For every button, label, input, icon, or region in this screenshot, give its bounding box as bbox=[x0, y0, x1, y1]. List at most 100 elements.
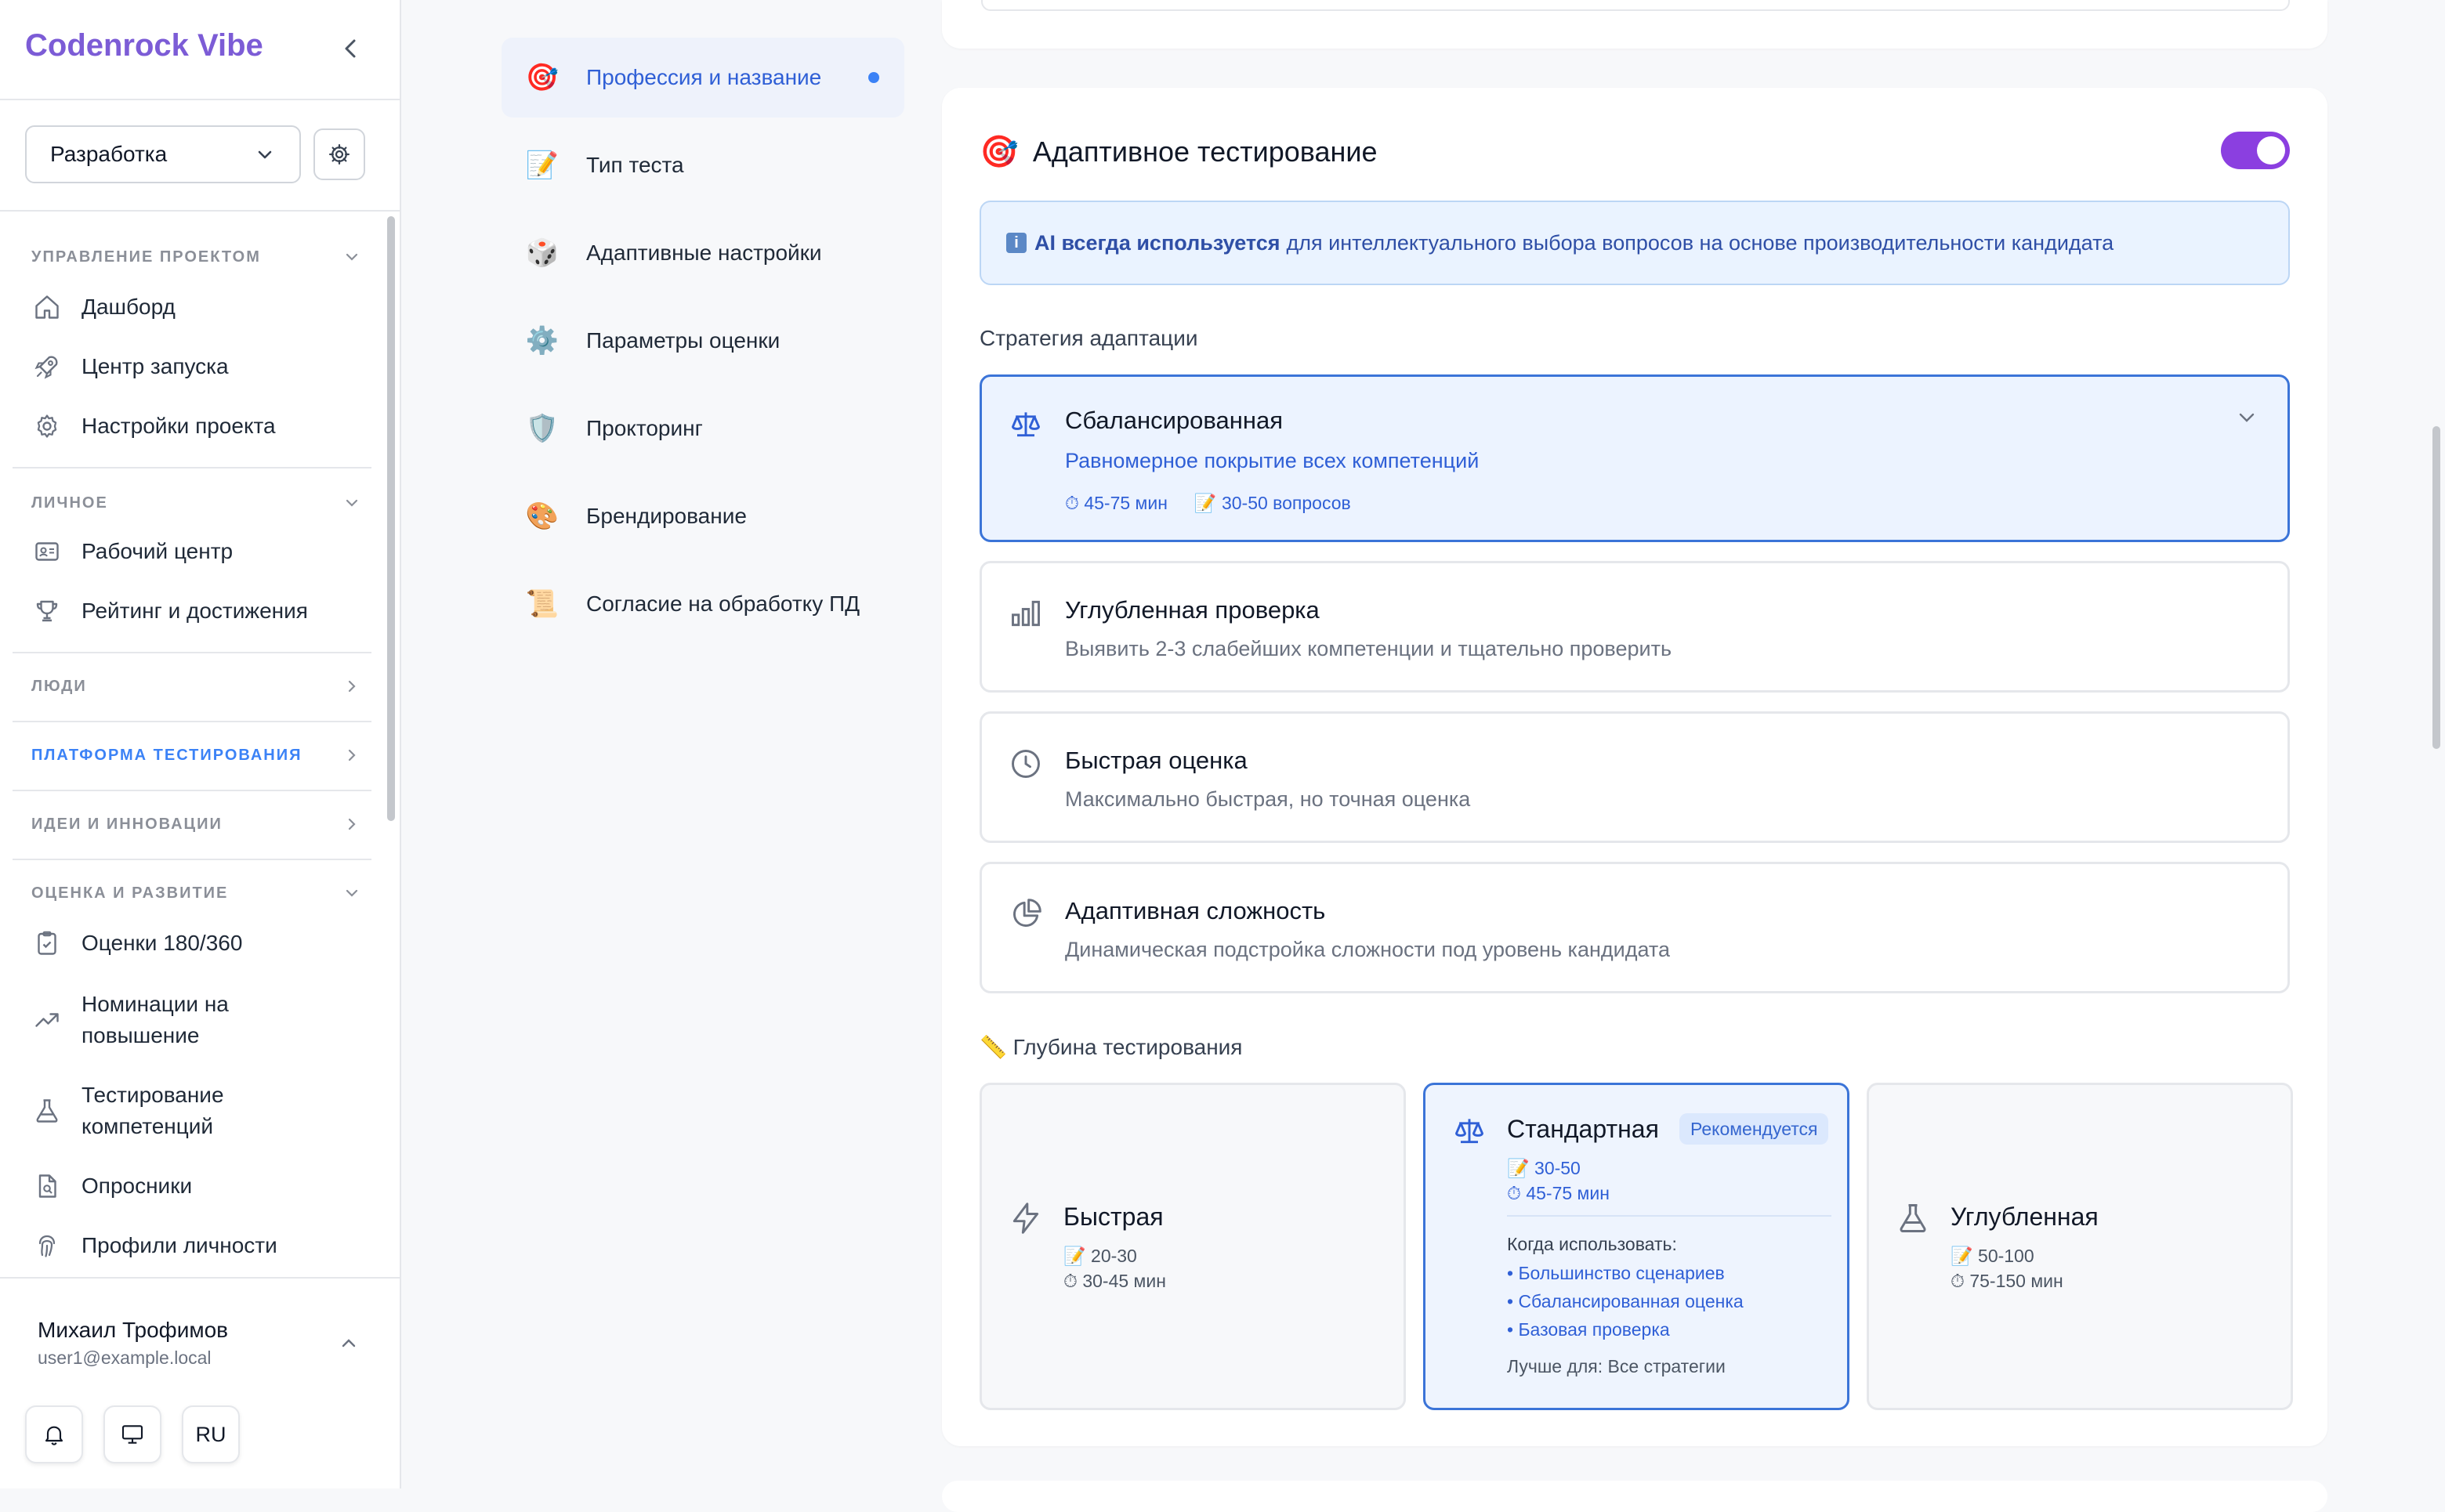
rocket-icon bbox=[31, 351, 63, 382]
depth-questions: 📝 30-50 bbox=[1507, 1158, 1581, 1178]
sidebar-item-reviews[interactable]: Оценки 180/360 bbox=[31, 928, 368, 959]
chevron-down-icon bbox=[346, 499, 358, 507]
section-testing-platform[interactable]: ПЛАТФОРМА ТЕСТИРОВАНИЯ bbox=[31, 741, 360, 769]
strategy-questions: 📝 30-50 вопросов bbox=[1194, 493, 1351, 513]
settings-nav-proctoring[interactable]: 🛡️ Прокторинг bbox=[502, 389, 904, 468]
sidebar-item-label: Опросники bbox=[82, 1174, 193, 1198]
depth-meta: 📝 30-50 ⏱ 45-75 мин bbox=[1507, 1156, 1610, 1206]
list-item: • Сбалансированная оценка bbox=[1507, 1291, 1744, 1311]
chevron-right-icon bbox=[348, 749, 356, 761]
depth-title: Быстрая bbox=[1063, 1203, 1164, 1231]
sidebar-item-label: Центр запуска bbox=[82, 354, 229, 378]
when-to-use-list: • Большинство сценариев • Сбалансированн… bbox=[1507, 1259, 1744, 1344]
section-title: ЛЮДИ bbox=[31, 677, 87, 695]
sidebar-item-launch-center[interactable]: Центр запуска bbox=[31, 351, 368, 382]
settings-nav-branding[interactable]: 🎨 Брендирование bbox=[502, 476, 904, 556]
project-select[interactable]: Разработка bbox=[25, 125, 301, 183]
flask-icon bbox=[1896, 1201, 1930, 1235]
user-menu-toggle[interactable] bbox=[337, 1332, 360, 1359]
adaptive-toggle[interactable] bbox=[2221, 132, 2290, 169]
user-email: user1@example.local bbox=[38, 1347, 212, 1368]
user-name: Михаил Трофимов bbox=[38, 1318, 229, 1342]
settings-nav-adaptive[interactable]: 🎲 Адаптивные настройки bbox=[502, 213, 904, 293]
strategy-option-deep[interactable]: Углубленная проверка Выявить 2-3 слабейш… bbox=[980, 561, 2290, 693]
sidebar-item-label: Рейтинг и достижения bbox=[82, 599, 308, 623]
project-settings-button[interactable] bbox=[313, 128, 365, 180]
sidebar: Codenrock Vibe Разработка УПРАВЛЕНИЕ ПРО… bbox=[0, 0, 401, 1488]
depth-questions: 📝 50-100 bbox=[1951, 1246, 2034, 1266]
section-people[interactable]: ЛЮДИ bbox=[31, 672, 360, 700]
strategy-option-adaptive-difficulty[interactable]: Адаптивная сложность Динамическая подстр… bbox=[980, 862, 2290, 993]
strategy-option-balanced[interactable]: Сбалансированная Равномерное покрытие вс… bbox=[980, 374, 2290, 542]
language-button[interactable]: RU bbox=[182, 1405, 240, 1463]
next-card bbox=[942, 1481, 2327, 1512]
sidebar-item-surveys[interactable]: Опросники bbox=[31, 1170, 368, 1202]
strategy-option-quick[interactable]: Быстрая оценка Максимально быстрая, но т… bbox=[980, 711, 2290, 843]
sidebar-scrollbar[interactable] bbox=[387, 216, 395, 821]
sidebar-item-project-settings[interactable]: Настройки проекта bbox=[31, 411, 368, 442]
chevron-right-icon bbox=[348, 818, 356, 830]
user-profile[interactable]: Михаил Трофимов user1@example.local bbox=[38, 1318, 228, 1369]
clock-icon bbox=[1009, 747, 1043, 781]
depth-time: ⏱ 75-150 мин bbox=[1951, 1271, 2063, 1291]
shield-icon: 🛡️ bbox=[525, 414, 560, 443]
adaptive-testing-header: 🎯 Адаптивное тестирование bbox=[980, 133, 1378, 170]
toggle-knob bbox=[2257, 136, 2285, 165]
chevron-down-icon bbox=[2234, 405, 2259, 434]
section-title: ОЦЕНКА И РАЗВИТИЕ bbox=[31, 884, 229, 902]
chevron-right-icon bbox=[348, 680, 356, 693]
list-item: • Большинство сценариев bbox=[1507, 1263, 1725, 1283]
settings-nav-test-type[interactable]: 📝 Тип теста bbox=[502, 125, 904, 205]
fingerprint-icon bbox=[31, 1230, 63, 1261]
theme-button[interactable] bbox=[103, 1405, 161, 1463]
sidebar-item-promotions[interactable]: Номинации на повышение bbox=[31, 989, 282, 1051]
memo-icon: 📝 bbox=[525, 150, 560, 180]
lightning-icon bbox=[1009, 1201, 1043, 1235]
clipboard-check-icon bbox=[31, 928, 63, 959]
settings-nav-evaluation-params[interactable]: ⚙️ Параметры оценки bbox=[502, 301, 904, 381]
section-personal[interactable]: ЛИЧНОЕ bbox=[31, 489, 360, 517]
strategy-description: Равномерное покрытие всех компетенций bbox=[1065, 449, 1480, 472]
settings-nav-consent[interactable]: 📜 Согласие на обработку ПД bbox=[502, 564, 904, 644]
sidebar-item-rating[interactable]: Рейтинг и достижения bbox=[31, 595, 368, 627]
settings-nav-profession[interactable]: 🎯 Профессия и название bbox=[502, 38, 904, 118]
depth-option-deep[interactable]: Углубленная 📝 50-100 ⏱ 75-150 мин bbox=[1867, 1083, 2293, 1410]
notifications-button[interactable] bbox=[25, 1405, 83, 1463]
page-scrollbar[interactable] bbox=[2432, 426, 2440, 749]
sidebar-item-label: Профили личности bbox=[82, 1233, 277, 1257]
sidebar-item-dashboard[interactable]: Дашборд bbox=[31, 291, 368, 323]
info-bold-text: AI всегда используется bbox=[1034, 230, 1280, 255]
section-title: ПЛАТФОРМА ТЕСТИРОВАНИЯ bbox=[31, 746, 302, 764]
sidebar-item-label: Тестирование компетенций bbox=[82, 1083, 224, 1138]
chevron-down-icon bbox=[346, 253, 358, 261]
sidebar-item-workspace[interactable]: Рабочий центр bbox=[31, 536, 368, 567]
section-assessment[interactable]: ОЦЕНКА И РАЗВИТИЕ bbox=[31, 879, 360, 907]
bell-icon bbox=[45, 1426, 63, 1445]
section-ideas[interactable]: ИДЕИ И ИННОВАЦИИ bbox=[31, 810, 360, 838]
settings-nav-label: Профессия и название bbox=[586, 65, 822, 89]
settings-nav-label: Тип теста bbox=[586, 153, 684, 177]
chevron-down-icon bbox=[258, 150, 272, 159]
depth-option-standard[interactable]: Стандартная Рекомендуется 📝 30-50 ⏱ 45-7… bbox=[1423, 1083, 1849, 1410]
depth-label: 📏 Глубина тестирования bbox=[980, 1035, 1243, 1059]
depth-meta: 📝 20-30 ⏱ 30-45 мин bbox=[1063, 1243, 1166, 1293]
sidebar-item-competency-testing[interactable]: Тестирование компетенций bbox=[31, 1080, 282, 1142]
depth-option-quick[interactable]: Быстрая 📝 20-30 ⏱ 30-45 мин bbox=[980, 1083, 1406, 1410]
depth-meta: 📝 50-100 ⏱ 75-150 мин bbox=[1951, 1243, 2063, 1293]
strategy-description: Выявить 2-3 слабейших компетенции и тщат… bbox=[1065, 637, 1672, 660]
flask-icon bbox=[31, 1095, 63, 1127]
settings-nav-label: Параметры оценки bbox=[586, 328, 781, 353]
gear-icon bbox=[329, 144, 350, 165]
collapse-sidebar-button[interactable] bbox=[335, 33, 367, 64]
chevron-down-icon bbox=[346, 889, 358, 897]
sidebar-item-personality[interactable]: Профили личности bbox=[31, 1230, 368, 1261]
sidebar-item-label: Рабочий центр bbox=[82, 539, 234, 563]
divider bbox=[13, 790, 371, 791]
target-icon: 🎯 bbox=[525, 63, 560, 92]
divider bbox=[0, 1277, 400, 1279]
section-project-management[interactable]: УПРАВЛЕНИЕ ПРОЕКТОМ bbox=[31, 243, 360, 271]
sidebar-item-label: Номинации на повышение bbox=[82, 992, 229, 1047]
sidebar-item-label: Дашборд bbox=[82, 295, 176, 319]
strategy-title: Адаптивная сложность bbox=[1065, 897, 1326, 924]
id-card-icon bbox=[31, 536, 63, 567]
